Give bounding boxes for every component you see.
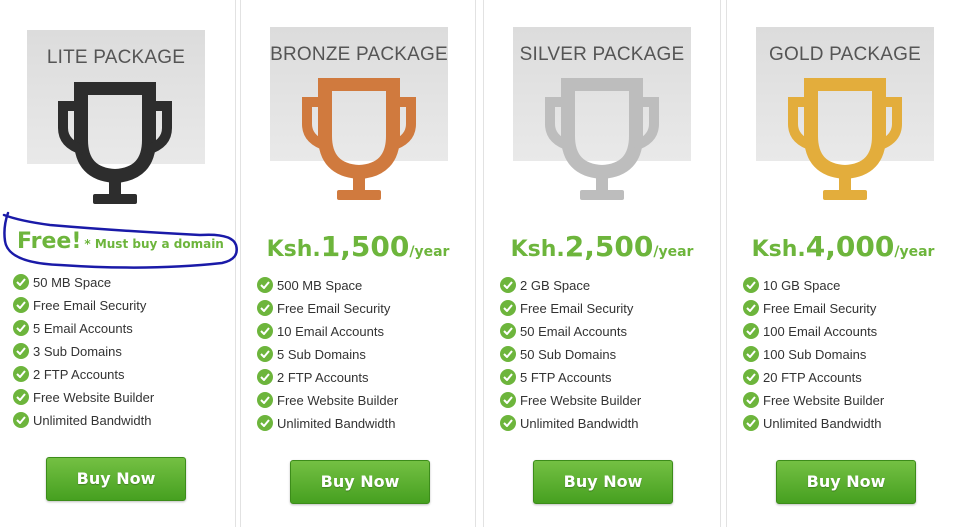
feature-item: 20 FTP Accounts (743, 368, 884, 391)
feature-item: Free Email Security (13, 296, 154, 319)
feature-item: 100 Sub Domains (743, 345, 884, 368)
price-free: Free! * Must buy a domain (17, 229, 224, 254)
feature-item: 3 Sub Domains (13, 342, 154, 365)
package-name: GOLD PACKAGE (769, 44, 921, 65)
trophy-icon (788, 78, 902, 200)
feature-item: 5 Email Accounts (13, 319, 154, 342)
check-icon (500, 323, 516, 339)
check-icon (257, 277, 273, 293)
price: Ksh.1,500/year (241, 230, 475, 263)
feature-item: 50 Email Accounts (500, 322, 641, 345)
check-icon (257, 369, 273, 385)
check-icon (500, 300, 516, 316)
buy-now-button[interactable]: Buy Now (46, 457, 186, 501)
trophy-icon (58, 82, 172, 204)
price-note: * Must buy a domain (84, 237, 224, 251)
check-icon (13, 320, 29, 336)
feature-item: 500 MB Space (257, 276, 398, 299)
feature-item: Free Website Builder (13, 388, 154, 411)
price-currency: Ksh. (751, 237, 806, 262)
feature-item: 2 GB Space (500, 276, 641, 299)
check-icon (13, 297, 29, 313)
check-icon (743, 323, 759, 339)
price-period: /year (409, 244, 450, 260)
feature-item: 10 GB Space (743, 276, 884, 299)
feature-item: 100 Email Accounts (743, 322, 884, 345)
check-icon (13, 412, 29, 428)
price: Ksh.4,000/year (727, 230, 959, 263)
feature-list: 50 MB Space Free Email Security 5 Email … (13, 273, 154, 434)
feature-item: 50 MB Space (13, 273, 154, 296)
check-icon (257, 346, 273, 362)
feature-item: Free Website Builder (743, 391, 884, 414)
check-icon (500, 277, 516, 293)
feature-item: Unlimited Bandwidth (13, 411, 154, 434)
price-period: /year (894, 244, 935, 260)
feature-item: Free Email Security (257, 299, 398, 322)
trophy-icon (545, 78, 659, 200)
price-free-label: Free! (17, 229, 82, 254)
check-icon (500, 369, 516, 385)
buy-now-button[interactable]: Buy Now (533, 460, 673, 504)
check-icon (500, 346, 516, 362)
feature-item: 10 Email Accounts (257, 322, 398, 345)
feature-list: 10 GB Space Free Email Security 100 Emai… (743, 276, 884, 437)
check-icon (743, 277, 759, 293)
buy-now-button[interactable]: Buy Now (290, 460, 430, 504)
check-icon (743, 346, 759, 362)
feature-item: Unlimited Bandwidth (257, 414, 398, 437)
check-icon (257, 300, 273, 316)
feature-list: 2 GB Space Free Email Security 50 Email … (500, 276, 641, 437)
trophy-icon (302, 78, 416, 200)
price-period: /year (653, 244, 694, 260)
price-currency: Ksh. (266, 237, 321, 262)
package-name: LITE PACKAGE (46, 47, 186, 68)
check-icon (743, 369, 759, 385)
price: Ksh.2,500/year (484, 230, 720, 263)
check-icon (743, 300, 759, 316)
feature-item: 2 FTP Accounts (13, 365, 154, 388)
check-icon (743, 392, 759, 408)
feature-item: Unlimited Bandwidth (500, 414, 641, 437)
feature-item: 50 Sub Domains (500, 345, 641, 368)
package-name: BRONZE PACKAGE (270, 44, 448, 65)
price-currency: Ksh. (510, 237, 565, 262)
check-icon (257, 415, 273, 431)
price-amount: 2,500 (564, 230, 654, 263)
buy-now-button[interactable]: Buy Now (776, 460, 916, 504)
check-icon (257, 323, 273, 339)
check-icon (500, 415, 516, 431)
check-icon (13, 343, 29, 359)
feature-item: 2 FTP Accounts (257, 368, 398, 391)
feature-item: Free Email Security (743, 299, 884, 322)
feature-item: Free Website Builder (257, 391, 398, 414)
feature-list: 500 MB Space Free Email Security 10 Emai… (257, 276, 398, 437)
price-amount: 1,500 (320, 230, 410, 263)
check-icon (13, 366, 29, 382)
check-icon (13, 274, 29, 290)
check-icon (13, 389, 29, 405)
feature-item: 5 FTP Accounts (500, 368, 641, 391)
check-icon (743, 415, 759, 431)
feature-item: Free Email Security (500, 299, 641, 322)
feature-item: 5 Sub Domains (257, 345, 398, 368)
lite-package-card: LITE PACKAGE Free! * Must buy a domain 50… (0, 0, 236, 527)
feature-item: Unlimited Bandwidth (743, 414, 884, 437)
price-amount: 4,000 (805, 230, 895, 263)
check-icon (500, 392, 516, 408)
check-icon (257, 392, 273, 408)
package-name: SILVER PACKAGE (519, 44, 685, 65)
feature-item: Free Website Builder (500, 391, 641, 414)
